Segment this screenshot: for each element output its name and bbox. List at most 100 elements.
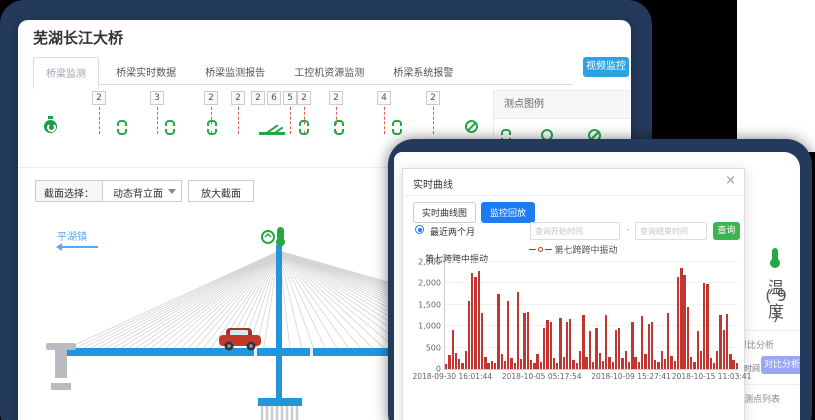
gridline bbox=[445, 325, 738, 326]
link-sensor-icon[interactable] bbox=[207, 120, 217, 135]
section-select-dropdown[interactable]: 动态背立面 bbox=[103, 180, 182, 202]
chart-bar bbox=[585, 357, 587, 369]
legend-label: 第七跨跨中振动 bbox=[554, 243, 617, 256]
y-tick-label: 2,500 bbox=[418, 258, 441, 267]
chart-bar bbox=[612, 362, 614, 369]
sensor-dropline bbox=[384, 107, 385, 134]
sensor-dropline bbox=[157, 107, 158, 134]
sensor-count-badge: 2 bbox=[329, 91, 343, 105]
sensor-dropline bbox=[99, 107, 100, 134]
chart-bar bbox=[657, 362, 659, 369]
chart-bar bbox=[618, 328, 620, 369]
legend-panel-title: 测点图例 bbox=[494, 91, 630, 119]
chart-bar bbox=[625, 351, 627, 369]
tab-realtime-data[interactable]: 桥梁实时数据 bbox=[104, 57, 188, 87]
screen: 芜湖长江大桥 桥梁监测 桥梁实时数据 桥梁监测报告 工控机资源监测 桥梁系统报警… bbox=[0, 0, 815, 420]
sensor-count-badge: 2 bbox=[231, 91, 245, 105]
gridline bbox=[445, 347, 738, 348]
chart-bar bbox=[527, 312, 529, 369]
chart-bar bbox=[481, 313, 483, 369]
ban-sensor-icon[interactable] bbox=[465, 120, 478, 133]
link-sensor-icon[interactable] bbox=[117, 120, 127, 135]
thermometer-icon[interactable] bbox=[772, 248, 778, 261]
query-start-time-input[interactable] bbox=[530, 222, 620, 240]
legend-marker bbox=[545, 249, 552, 250]
chart-bar bbox=[706, 284, 708, 369]
y-tick-label: 500 bbox=[426, 343, 441, 352]
chevron-down-icon bbox=[168, 189, 176, 194]
chart-bar bbox=[641, 316, 643, 370]
chart-bar bbox=[501, 354, 503, 369]
chart-bar bbox=[553, 358, 555, 369]
chart-bar bbox=[546, 320, 548, 369]
tab-bridge-monitoring[interactable]: 桥梁监测 bbox=[33, 57, 99, 89]
chart-plot: 时间 05001,0001,5002,0002,5002018-09-30 16… bbox=[444, 263, 738, 370]
dialog-tabbar: 实时曲线图 监控回放 bbox=[413, 202, 535, 223]
chart-bar bbox=[494, 363, 496, 369]
enlarge-section-button[interactable]: 放大截面 bbox=[188, 180, 254, 202]
chart-bar bbox=[530, 360, 532, 369]
x-tick-label: 2018-10-09 15:27:41 bbox=[591, 372, 671, 381]
chart-bar bbox=[677, 277, 679, 369]
link-sensor-icon[interactable] bbox=[392, 120, 402, 135]
sensor-count-badge: 2 bbox=[92, 91, 106, 105]
sensor-count-badge: 2 bbox=[297, 91, 311, 105]
link-sensor-icon[interactable] bbox=[334, 120, 344, 135]
chart-bar bbox=[644, 354, 646, 369]
dialog-title: 实时曲线 bbox=[413, 176, 453, 191]
chart-bar bbox=[670, 356, 672, 369]
tab-system-alarm[interactable]: 桥梁系统报警 bbox=[381, 57, 465, 87]
chart-bar bbox=[471, 273, 473, 369]
link-sensor-icon[interactable] bbox=[299, 120, 309, 135]
tab-monitor-playback[interactable]: 监控回放 bbox=[481, 202, 535, 223]
chart-bar bbox=[703, 283, 705, 369]
chart-bar bbox=[661, 351, 663, 369]
chart-bar bbox=[687, 307, 689, 369]
chart-bar bbox=[690, 357, 692, 369]
chart-bar bbox=[726, 314, 728, 369]
legend-marker bbox=[529, 249, 536, 250]
compare-analysis-button[interactable]: 对比分析 bbox=[761, 356, 800, 374]
chart-bar bbox=[510, 358, 512, 369]
gridline bbox=[445, 261, 738, 262]
sensor-count-badge: 3 bbox=[150, 91, 164, 105]
tab-monitoring-report[interactable]: 桥梁监测报告 bbox=[193, 57, 277, 87]
chart-bar bbox=[651, 322, 653, 370]
tower-sensor-icon[interactable] bbox=[262, 227, 285, 247]
tab-ipc-resource[interactable]: 工控机资源监测 bbox=[282, 57, 376, 87]
sensor-dropline bbox=[290, 107, 291, 134]
chart-bar bbox=[517, 292, 519, 369]
chart-bar bbox=[710, 358, 712, 369]
dialog-header: 实时曲线 × bbox=[403, 169, 744, 196]
chart-bar bbox=[540, 362, 542, 369]
tab-realtime-curve[interactable]: 实时曲线图 bbox=[413, 202, 476, 223]
realtime-curve-dialog: 实时曲线 × 实时曲线图 监控回放 最近两个月 - 查询 bbox=[402, 168, 745, 420]
range-separator: - bbox=[622, 225, 634, 235]
chart-bar bbox=[683, 275, 685, 369]
chart-bar bbox=[608, 357, 610, 369]
chart-bar bbox=[638, 362, 640, 369]
chart-bar bbox=[595, 328, 597, 369]
chart-bar bbox=[523, 313, 525, 369]
stopwatch-sensor-icon[interactable] bbox=[44, 120, 57, 133]
chart-bar bbox=[504, 361, 506, 369]
complex-sensor-icon[interactable] bbox=[259, 120, 285, 135]
video-monitor-button[interactable]: 视频监控 bbox=[583, 57, 629, 77]
chart-bar bbox=[452, 330, 454, 369]
close-icon[interactable]: × bbox=[725, 173, 736, 188]
chart-bar bbox=[736, 363, 738, 369]
divider bbox=[740, 384, 800, 385]
chart-bar bbox=[455, 353, 457, 369]
chart-bar bbox=[605, 315, 607, 369]
last-two-months-radio[interactable] bbox=[415, 225, 424, 234]
link-sensor-icon[interactable] bbox=[165, 120, 175, 135]
legend-marker-circle bbox=[538, 247, 543, 252]
sensor-dropline bbox=[238, 107, 239, 134]
sensor-count-badge: 2 bbox=[204, 91, 218, 105]
chart-bar bbox=[664, 359, 666, 369]
query-button[interactable]: 查询 bbox=[713, 222, 740, 240]
chart-bar bbox=[648, 324, 650, 369]
chart-bar bbox=[615, 330, 617, 369]
query-end-time-input[interactable] bbox=[635, 222, 707, 240]
chart-bar bbox=[487, 363, 489, 369]
